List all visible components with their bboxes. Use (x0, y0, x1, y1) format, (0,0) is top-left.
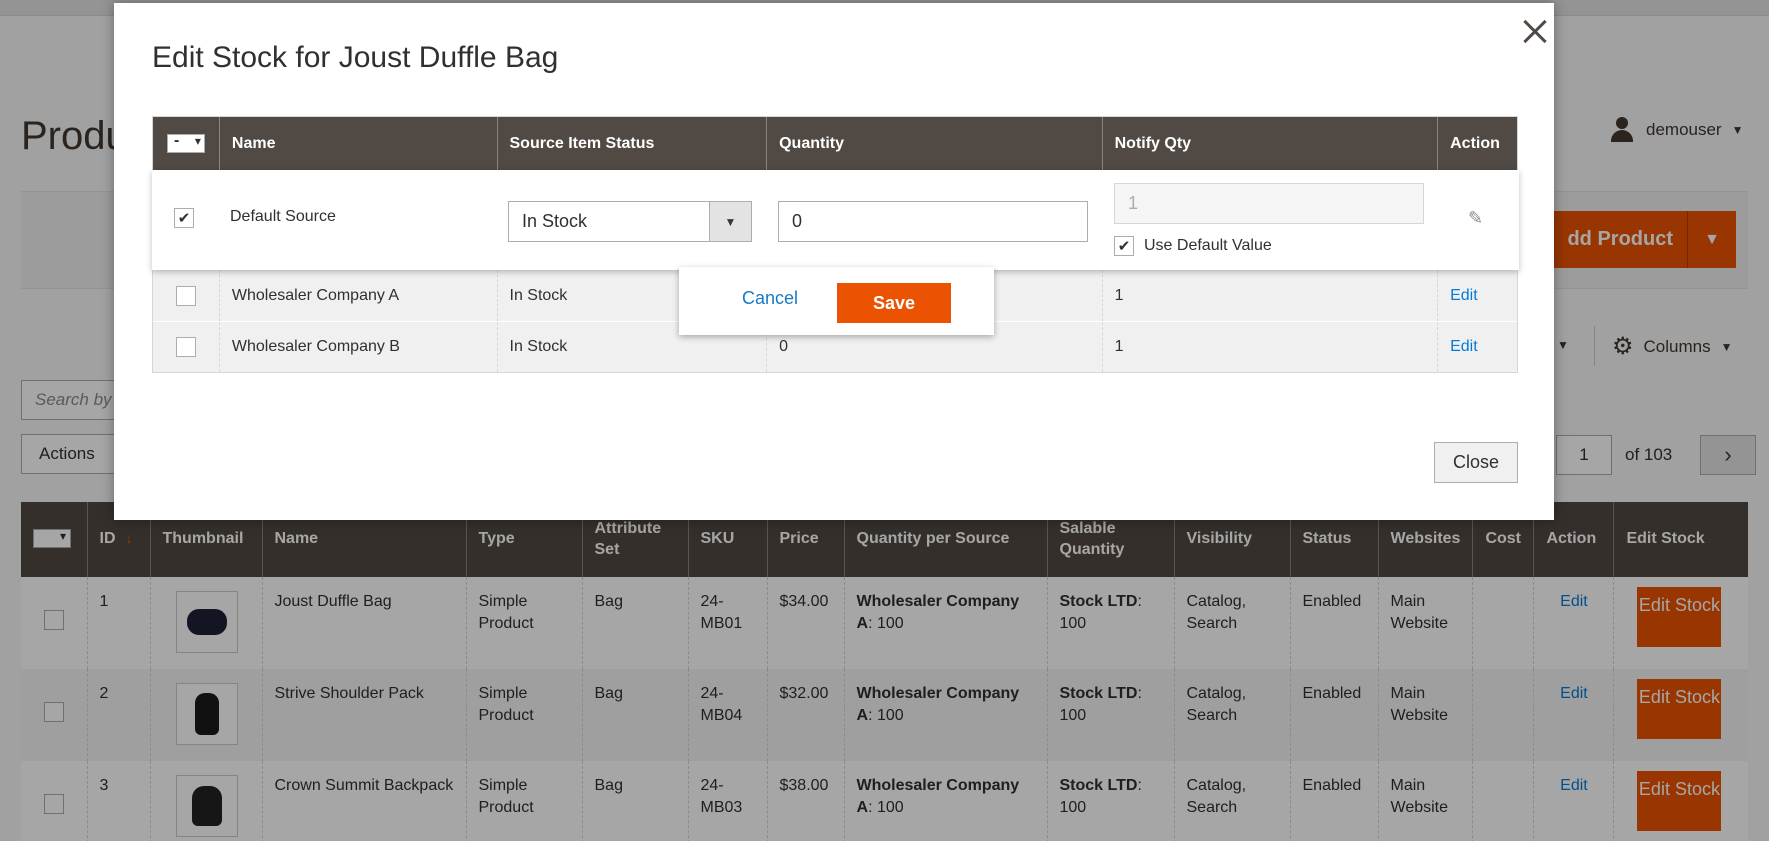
column-header-source-item-status: Source Item Status (496, 117, 767, 170)
mass-select-header[interactable] (153, 117, 219, 170)
chevron-down-icon: ▼ (709, 202, 751, 241)
modal-title: Edit Stock for Joust Duffle Bag (152, 41, 559, 74)
status-cell: In Stock ▼ (496, 170, 766, 270)
inline-edit-actions: Cancel Save (679, 267, 994, 335)
inline-edit-row: ✔ Default Source In Stock ▼ ✔ Use Defaul… (152, 170, 1519, 270)
notify-qty-cell: ✔ Use Default Value (1102, 170, 1438, 270)
edit-link[interactable]: Edit (1450, 287, 1478, 305)
source-notify-qty: 1 (1101, 322, 1438, 372)
close-icon[interactable] (1516, 11, 1556, 51)
column-header-quantity: Quantity (766, 117, 1102, 170)
quantity-cell (766, 170, 1102, 270)
close-button[interactable]: Close (1434, 442, 1518, 483)
source-notify-qty: 1 (1101, 270, 1438, 321)
use-default-label: Use Default Value (1144, 237, 1272, 254)
source-status-select[interactable]: In Stock ▼ (508, 201, 752, 242)
row-select-cell (153, 322, 219, 372)
row-select-cell (153, 270, 219, 321)
pencil-icon[interactable]: ✎ (1468, 208, 1483, 229)
action-cell: Edit (1437, 270, 1517, 321)
mass-select-checkbox[interactable] (166, 132, 205, 153)
row-checkbox[interactable] (175, 285, 196, 306)
row-checkbox[interactable] (175, 337, 196, 357)
column-header-notify-qty: Notify Qty (1101, 117, 1438, 170)
action-cell: ✎ (1438, 170, 1518, 270)
source-table-header: Name Source Item Status Quantity Notify … (153, 117, 1517, 170)
action-cell: Edit (1437, 322, 1517, 372)
column-header-action: Action (1437, 117, 1517, 170)
use-default-checkbox[interactable]: ✔ (1114, 236, 1134, 256)
name-cell: Default Source (218, 170, 496, 270)
row-select-cell: ✔ (152, 170, 218, 270)
edit-link[interactable]: Edit (1450, 338, 1478, 356)
row-checkbox-checked[interactable]: ✔ (174, 208, 194, 228)
source-name: Default Source (230, 208, 336, 225)
edit-stock-modal: Edit Stock for Joust Duffle Bag Name Sou… (114, 3, 1554, 520)
save-button[interactable]: Save (837, 283, 951, 323)
source-name: Wholesaler Company A (218, 270, 497, 321)
source-name: Wholesaler Company B (218, 322, 497, 372)
cancel-button[interactable]: Cancel (742, 288, 798, 309)
use-default-value-control[interactable]: ✔ Use Default Value (1114, 236, 1272, 256)
quantity-input[interactable] (778, 201, 1088, 242)
source-status-value: In Stock (522, 211, 588, 231)
notify-qty-input (1114, 183, 1424, 224)
column-header-name: Name (218, 117, 497, 170)
